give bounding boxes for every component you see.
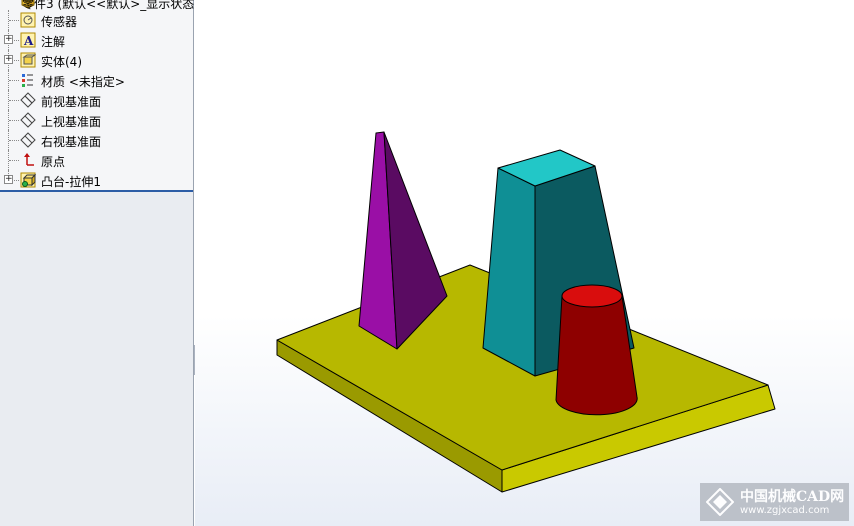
tree-item-label: 材质 <未指定> — [41, 75, 125, 89]
tree-item-sensors[interactable]: 传感器 — [0, 10, 193, 30]
diamond-logo-icon — [706, 488, 734, 516]
cone-top-face[interactable] — [561, 284, 623, 308]
sensor-icon — [20, 12, 36, 28]
tree-item-label: 原点 — [41, 155, 66, 169]
tree-item-label: 凸台-拉伸1 — [41, 175, 101, 189]
tree-item-label: 上视基准面 — [41, 115, 102, 129]
tree-item-label: 前视基准面 — [41, 95, 102, 109]
tree-item-label: 右视基准面 — [41, 135, 102, 149]
feature-tree: 零件3 (默认<<默认>_显示状态 传感器 + A 注解 + 实体(4) 材质 … — [0, 0, 194, 192]
origin-icon — [24, 153, 34, 166]
tree-item-boss-extrude1[interactable]: + 凸台-拉伸1 — [0, 170, 193, 190]
tree-item-material[interactable]: 材质 <未指定> — [0, 70, 193, 90]
tree-item-label: 传感器 — [41, 15, 78, 29]
watermark-url: www.zgjxcad.com — [740, 505, 830, 516]
tree-item-top-plane[interactable]: 上视基准面 — [0, 110, 193, 130]
material-icon — [22, 74, 33, 87]
extrude-icon — [20, 172, 36, 188]
tree-item-right-plane[interactable]: 右视基准面 — [0, 130, 193, 150]
tree-item-solid-bodies[interactable]: + 实体(4) — [0, 50, 193, 70]
svg-text:A: A — [23, 34, 34, 48]
plane-icon — [20, 92, 36, 108]
expand-toggle[interactable]: + — [4, 55, 13, 64]
tree-item-front-plane[interactable]: 前视基准面 — [0, 90, 193, 110]
frustum-front-face[interactable] — [482, 167, 536, 377]
tree-item-origin[interactable]: 原点 — [0, 150, 193, 170]
plane-icon — [20, 112, 36, 128]
watermark-logo: 中国机械CAD网 www.zgjxcad.com — [700, 483, 849, 521]
feature-manager-panel: 零件3 (默认<<默认>_显示状态 传感器 + A 注解 + 实体(4) 材质 … — [0, 0, 194, 526]
expand-toggle[interactable]: + — [4, 35, 13, 44]
annotation-icon: A — [20, 32, 36, 48]
plane-icon — [20, 132, 36, 148]
tree-item-annotations[interactable]: + A 注解 — [0, 30, 193, 50]
tree-item-label: 实体(4) — [41, 55, 82, 69]
tree-item-label: 注解 — [41, 35, 66, 49]
watermark-title: 中国机械CAD网 — [740, 489, 845, 505]
graphics-viewport[interactable] — [195, 0, 854, 526]
solid-bodies-icon — [20, 52, 36, 68]
expand-toggle[interactable]: + — [4, 175, 13, 184]
part-model[interactable] — [195, 0, 854, 526]
cone-body[interactable] — [555, 295, 638, 416]
